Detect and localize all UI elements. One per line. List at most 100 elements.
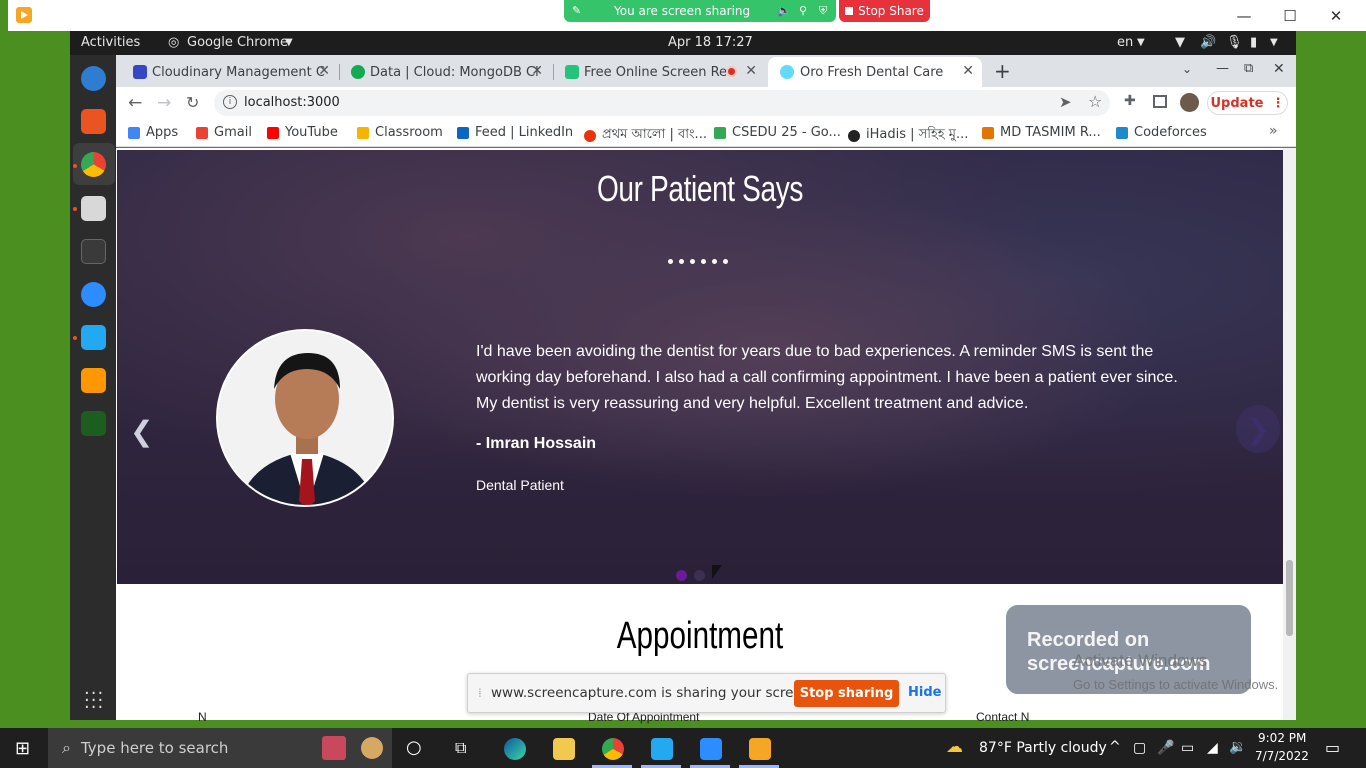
bookmark-apps[interactable]: Apps <box>128 125 178 140</box>
carousel-prev-button[interactable]: ❮ <box>130 415 153 448</box>
update-button[interactable]: Update ⋮ <box>1207 91 1288 115</box>
hide-button[interactable]: Hide <box>908 685 941 700</box>
address-bar[interactable] <box>214 90 1110 116</box>
send-icon[interactable]: ➤ <box>1059 93 1072 111</box>
edge-icon[interactable] <box>504 738 526 760</box>
meet-now-icon[interactable]: ▢ <box>1133 740 1146 756</box>
taskbar-time[interactable]: 9:02 PM <box>1258 731 1306 745</box>
battery-icon[interactable]: ▮ <box>1250 35 1257 50</box>
watermark-line-1: Recorded on <box>1027 629 1150 651</box>
carousel-indicator-2[interactable] <box>694 570 705 581</box>
vim-icon[interactable] <box>81 411 106 436</box>
vscode-taskbar-icon[interactable] <box>651 738 673 760</box>
weather-text[interactable]: 87°F Partly cloudy <box>979 740 1107 756</box>
speaker-icon[interactable]: 🔈 <box>777 4 791 17</box>
windows-start-icon[interactable]: ⊞ <box>15 738 30 759</box>
minimize-icon[interactable]: — <box>1221 0 1267 31</box>
microphone-tray-icon[interactable]: 🎤 <box>1157 740 1174 756</box>
screen-sharing-indicator: ✎ You are screen sharing 🔈 ⚲ ⛨ <box>564 0 836 22</box>
close-tab-icon[interactable]: ✕ <box>745 63 757 79</box>
chrome-dock-icon[interactable] <box>81 152 106 177</box>
bookmark-linkedin[interactable]: Feed | LinkedIn <box>457 125 573 140</box>
more-bookmarks-icon[interactable]: » <box>1269 123 1278 139</box>
bookmark-label: iHadis | সহিহ মু... <box>866 127 969 142</box>
mouse-cursor-icon <box>712 565 722 579</box>
language-indicator[interactable]: en <box>1117 35 1133 50</box>
bookmark-tasmim[interactable]: MD TASMIM R... <box>982 125 1101 140</box>
new-tab-icon[interactable]: + <box>994 59 1011 83</box>
carousel-next-button[interactable]: ❯ <box>1236 405 1280 453</box>
close-tab-icon[interactable]: ✕ <box>531 63 543 79</box>
stop-share-button[interactable]: Stop Share <box>839 0 930 22</box>
close-tab-icon[interactable]: ✕ <box>962 63 974 79</box>
tab-cloudinary[interactable]: Cloudinary Management C ✕ <box>132 57 332 87</box>
mic-muted-icon[interactable]: ⚲ <box>799 4 807 17</box>
bookmark-ihadis[interactable]: iHadis | সহিহ মু... <box>848 125 968 146</box>
site-info-icon[interactable]: i <box>223 95 237 109</box>
software-center-icon[interactable] <box>81 109 106 134</box>
bookmark-csedu[interactable]: CSEDU 25 - Go... <box>714 125 841 140</box>
window-minimize-icon[interactable]: — <box>1216 61 1229 76</box>
profile-avatar[interactable] <box>1180 93 1199 112</box>
cloudinary-favicon-icon <box>133 65 147 79</box>
show-apps-icon[interactable]: ··· ··· ··· <box>84 685 104 717</box>
network-icon[interactable]: ◢ <box>1207 740 1218 756</box>
extensions-icon[interactable]: ✚ <box>1124 93 1136 109</box>
carousel-indicator-1[interactable] <box>676 570 687 581</box>
tab-oro-fresh[interactable]: Oro Fresh Dental Care ✕ <box>768 57 982 87</box>
bookmark-classroom[interactable]: Classroom <box>357 125 443 140</box>
apps-grid-icon <box>128 126 140 139</box>
volume-icon[interactable]: 🔊 <box>1200 35 1216 50</box>
taskbar-search-box[interactable]: ⌕ Type here to search <box>48 728 392 768</box>
battery-tray-icon[interactable]: ▭ <box>1181 740 1194 756</box>
url-text[interactable]: localhost:3000 <box>244 95 340 110</box>
bookmark-gmail[interactable]: Gmail <box>196 125 252 140</box>
back-icon[interactable]: ← <box>128 93 142 113</box>
window-close-icon[interactable]: ✕ <box>1273 61 1285 77</box>
microphone-icon[interactable]: 🎙 <box>1226 35 1243 50</box>
close-tab-icon[interactable]: ✕ <box>318 63 330 79</box>
files-icon[interactable] <box>81 196 106 221</box>
terminal-icon[interactable] <box>81 239 106 264</box>
file-explorer-icon[interactable] <box>553 738 575 760</box>
screen-recorder-taskbar-icon[interactable] <box>749 738 771 760</box>
bookmark-star-icon[interactable]: ☆ <box>1088 92 1102 111</box>
wifi-icon[interactable]: ▼ <box>1175 35 1185 50</box>
drag-handle-icon[interactable]: ⁞ <box>478 686 482 700</box>
chrome-taskbar-icon[interactable] <box>602 738 624 760</box>
taskbar-date[interactable]: 7/7/2022 <box>1255 749 1309 763</box>
notifications-icon[interactable]: ▭ <box>1325 738 1340 757</box>
clock[interactable]: Apr 18 17:27 <box>668 35 753 50</box>
testimonial-author: - Imran Hossain <box>476 435 597 452</box>
search-placeholder: Type here to search <box>80 739 229 757</box>
window-restore-icon[interactable]: ⧉ <box>1244 61 1253 76</box>
task-view-icon[interactable]: ⧉ <box>455 738 466 758</box>
tab-screen-recorder[interactable]: Free Online Screen Rec ✕ <box>564 57 759 87</box>
thunderbird-icon[interactable] <box>81 66 106 91</box>
vscode-icon[interactable] <box>81 325 106 350</box>
bookmark-prothom-alo[interactable]: প্রথম আলো | বাং... <box>584 125 707 146</box>
app-menu[interactable]: Google Chrome <box>187 35 288 50</box>
bookmark-youtube[interactable]: YouTube <box>267 125 338 140</box>
side-panel-icon[interactable] <box>1153 95 1167 108</box>
scrollbar-thumb[interactable] <box>1286 560 1293 636</box>
forward-icon[interactable]: → <box>157 93 171 113</box>
stop-sharing-button[interactable]: Stop sharing <box>794 680 899 707</box>
bookmark-codeforces[interactable]: Codeforces <box>1116 125 1207 140</box>
show-hidden-icons-icon[interactable]: ^ <box>1109 739 1121 755</box>
tab-label: Free Online Screen Rec <box>584 64 735 80</box>
prothom-alo-icon <box>584 129 596 142</box>
volume-tray-icon[interactable]: 🔉 <box>1229 739 1246 755</box>
weather-icon[interactable]: ☁ <box>946 737 963 757</box>
reload-icon[interactable]: ↻ <box>186 93 199 112</box>
cortana-icon[interactable]: ○ <box>406 737 422 758</box>
sublime-text-icon[interactable] <box>81 368 106 393</box>
activities-button[interactable]: Activities <box>81 35 140 50</box>
close-icon[interactable]: ✕ <box>1313 0 1359 31</box>
tab-search-icon[interactable]: ⌄ <box>1182 62 1192 76</box>
maximize-icon[interactable]: ☐ <box>1267 0 1313 31</box>
bookmark-label: Apps <box>146 125 179 140</box>
tab-mongodb[interactable]: Data | Cloud: MongoDB Cl ✕ <box>350 57 545 87</box>
zoom-icon[interactable] <box>81 282 106 307</box>
zoom-taskbar-icon[interactable] <box>700 738 722 760</box>
